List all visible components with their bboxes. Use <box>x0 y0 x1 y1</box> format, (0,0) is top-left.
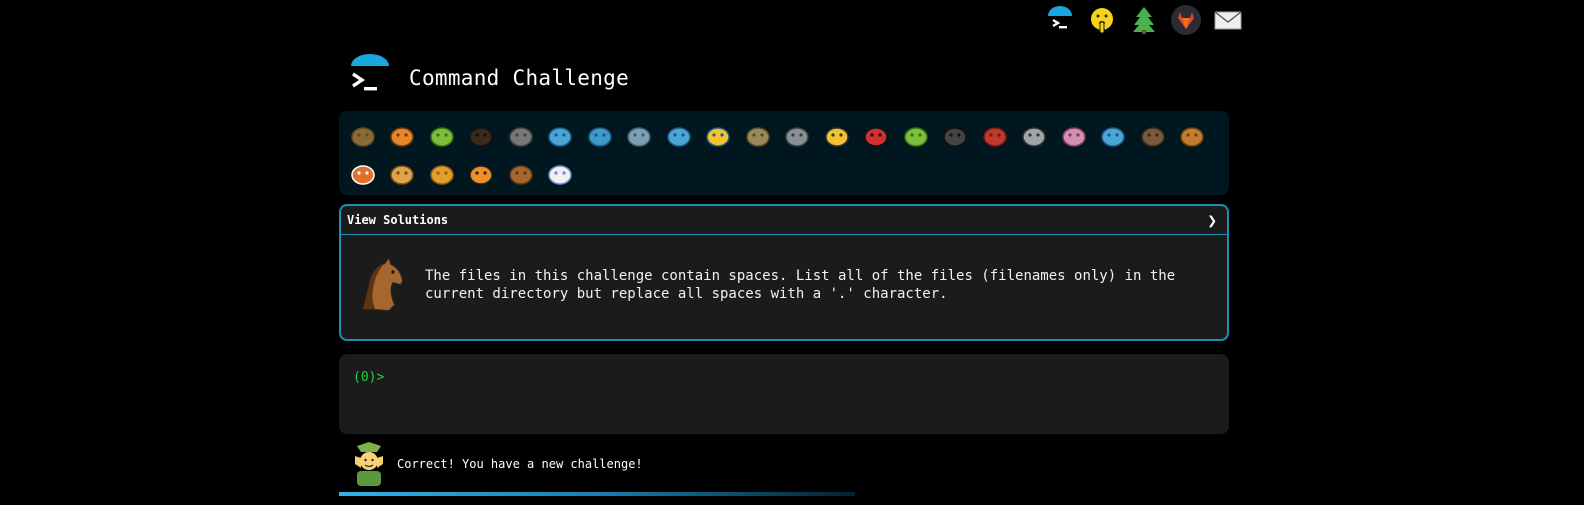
dolphin-icon[interactable] <box>620 117 660 155</box>
challenge-body: The files in this challenge contain spac… <box>341 235 1227 335</box>
progress-fill <box>339 492 856 496</box>
spider-web-icon[interactable] <box>501 117 541 155</box>
terminal-logo-icon[interactable] <box>345 54 395 102</box>
top-nav <box>1044 4 1244 36</box>
tropical-fish-icon[interactable] <box>699 117 739 155</box>
snail-icon[interactable] <box>343 117 383 155</box>
tiger-icon[interactable] <box>462 155 502 193</box>
ant-icon[interactable] <box>462 117 502 155</box>
cricket-icon[interactable] <box>896 117 936 155</box>
terminal-prompt: (0)> <box>353 370 385 385</box>
status-message: Correct! You have a new challenge! <box>349 442 643 486</box>
status-text: Correct! You have a new challenge! <box>397 457 643 471</box>
animal-bar <box>339 111 1229 195</box>
cat-icon[interactable] <box>383 155 423 193</box>
page-title: Command Challenge <box>409 66 630 90</box>
whale-icon[interactable] <box>541 117 581 155</box>
view-solutions-label: View Solutions <box>347 213 449 227</box>
mail-icon[interactable] <box>1212 4 1244 36</box>
monkey-icon[interactable] <box>1133 117 1173 155</box>
blowfish-icon[interactable] <box>738 117 778 155</box>
terminal-logo-icon[interactable] <box>1044 4 1076 36</box>
horse-icon <box>349 255 409 315</box>
horse-icon[interactable] <box>501 155 541 193</box>
caterpillar-icon[interactable] <box>422 117 462 155</box>
view-solutions-toggle[interactable]: View Solutions ❯ <box>341 206 1227 235</box>
challenge-description: The files in this challenge contain spac… <box>425 268 1176 302</box>
fox-icon[interactable] <box>343 155 383 193</box>
gitlab-icon[interactable] <box>1170 4 1202 36</box>
butterfly-icon[interactable] <box>383 117 423 155</box>
unicorn-icon[interactable] <box>541 155 581 193</box>
microbe-icon[interactable] <box>1094 117 1134 155</box>
elf-icon <box>349 442 389 486</box>
worm-icon[interactable] <box>1054 117 1094 155</box>
spider-icon[interactable] <box>936 117 976 155</box>
ladybug-icon[interactable] <box>857 117 897 155</box>
scorpion-icon[interactable] <box>975 117 1015 155</box>
dog-icon[interactable] <box>1173 117 1213 155</box>
page-header: Command Challenge <box>339 48 1229 108</box>
progress-bar <box>339 492 1229 496</box>
shushing-face-icon[interactable] <box>1086 4 1118 36</box>
fish-icon[interactable] <box>659 117 699 155</box>
shark-icon[interactable] <box>580 117 620 155</box>
bee-icon[interactable] <box>817 117 857 155</box>
fly-icon[interactable] <box>1015 117 1055 155</box>
lion-icon[interactable] <box>422 155 462 193</box>
terminal-input[interactable]: (0)> <box>339 354 1229 434</box>
tree-icon[interactable] <box>1128 4 1160 36</box>
solutions-panel: View Solutions ❯ The files in this chall… <box>339 204 1229 341</box>
wolf-icon[interactable] <box>778 117 818 155</box>
chevron-right-icon[interactable]: ❯ <box>1207 211 1217 230</box>
